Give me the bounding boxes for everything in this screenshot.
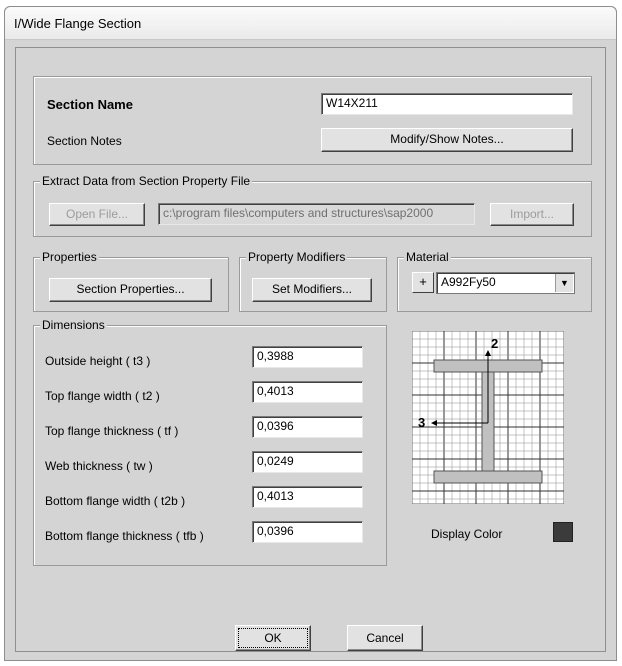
section-notes-label: Section Notes bbox=[47, 134, 122, 148]
bottom-flange-width-label: Bottom flange width ( t2b ) bbox=[45, 494, 186, 508]
top-flange-width-input[interactable]: 0,4013 bbox=[252, 381, 363, 403]
properties-legend: Properties bbox=[40, 250, 99, 264]
material-group: Material + A992Fy50 ▼ bbox=[397, 250, 592, 312]
material-select-value: A992Fy50 bbox=[441, 275, 496, 289]
bottom-flange-thickness-label: Bottom flange thickness ( tfb ) bbox=[45, 529, 204, 543]
top-flange-width-label: Top flange width ( t2 ) bbox=[45, 389, 160, 403]
material-select[interactable]: A992Fy50 ▼ bbox=[436, 272, 575, 294]
file-path-field: c:\program files\computers and structure… bbox=[158, 203, 475, 225]
section-name-input[interactable]: W14X211 bbox=[321, 93, 573, 115]
property-modifiers-group: Property Modifiers Set Modifiers... bbox=[239, 250, 387, 312]
window-title: I/Wide Flange Section bbox=[14, 16, 142, 31]
import-button[interactable]: Import... bbox=[490, 203, 574, 226]
bottom-flange-width-input[interactable]: 0,4013 bbox=[252, 486, 363, 508]
open-file-button[interactable]: Open File... bbox=[49, 203, 145, 226]
ok-button[interactable]: OK bbox=[235, 625, 311, 651]
extract-data-legend: Extract Data from Section Property File bbox=[40, 174, 253, 188]
axis-2-label: 2 bbox=[491, 336, 498, 351]
section-name-label: Section Name bbox=[47, 97, 133, 112]
set-modifiers-button[interactable]: Set Modifiers... bbox=[252, 278, 372, 302]
top-flange-thickness-input[interactable]: 0,0396 bbox=[252, 416, 363, 438]
display-color-swatch[interactable] bbox=[553, 522, 573, 542]
section-properties-button[interactable]: Section Properties... bbox=[49, 278, 212, 302]
bottom-flange-thickness-input[interactable]: 0,0396 bbox=[252, 521, 363, 543]
dialog-body: Section Name W14X211 Section Notes Modif… bbox=[15, 47, 606, 652]
title-bar[interactable]: I/Wide Flange Section bbox=[5, 7, 616, 40]
axis-3-label: 3 bbox=[418, 415, 425, 430]
dimensions-group: Dimensions Outside height ( t3 ) 0,3988 … bbox=[33, 318, 387, 566]
material-legend: Material bbox=[404, 250, 451, 264]
web-thickness-label: Web thickness ( tw ) bbox=[45, 459, 153, 473]
bottom-flange-shape bbox=[433, 470, 543, 484]
property-modifiers-legend: Property Modifiers bbox=[246, 250, 348, 264]
dialog-window: I/Wide Flange Section Section Name W14X2… bbox=[4, 6, 617, 661]
properties-group: Properties Section Properties... bbox=[33, 250, 229, 312]
top-flange-thickness-label: Top flange thickness ( tf ) bbox=[45, 424, 179, 438]
display-color-label: Display Color bbox=[431, 527, 503, 541]
extract-data-group: Extract Data from Section Property File … bbox=[33, 174, 592, 237]
section-preview-canvas: 2 3 bbox=[412, 331, 564, 504]
add-material-button[interactable]: + bbox=[412, 272, 434, 293]
chevron-down-icon[interactable]: ▼ bbox=[555, 274, 573, 292]
web-thickness-input[interactable]: 0,0249 bbox=[252, 451, 363, 473]
dimensions-legend: Dimensions bbox=[40, 318, 107, 332]
section-name-group: Section Name W14X211 Section Notes Modif… bbox=[33, 76, 592, 165]
outside-height-input[interactable]: 0,3988 bbox=[252, 346, 363, 368]
outside-height-label: Outside height ( t3 ) bbox=[45, 354, 151, 368]
cancel-button[interactable]: Cancel bbox=[347, 625, 423, 651]
modify-show-notes-button[interactable]: Modify/Show Notes... bbox=[321, 128, 573, 152]
